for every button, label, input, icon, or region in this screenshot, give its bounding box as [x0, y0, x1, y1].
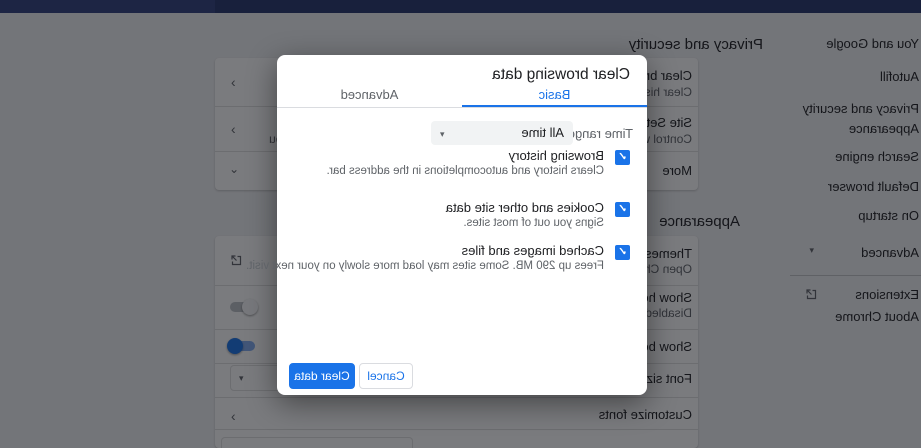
cookies-checkbox[interactable]: ✓ [615, 202, 630, 217]
chevron-down-icon: ▾ [440, 129, 445, 139]
cached-images-description: Frees up 290 MB. Some sites may load mor… [246, 260, 604, 272]
browsing-history-checkbox[interactable]: ✓ [615, 150, 630, 165]
mirrored-screen: You and Google Autofill Privacy and secu… [0, 0, 921, 448]
tabs-divider [277, 107, 647, 108]
dialog-title: Clear browsing data [492, 66, 630, 83]
browsing-history-title: Browsing history [508, 148, 604, 163]
tab-basic[interactable]: Basic [462, 85, 647, 107]
clear-data-button[interactable]: Clear data [289, 363, 355, 389]
dialog-tabs: Basic Advanced [277, 85, 647, 107]
cookies-title: Cookies and other site data [445, 200, 604, 215]
time-range-value: All time [521, 125, 564, 140]
cancel-button[interactable]: Cancel [359, 363, 413, 389]
browsing-history-description: Clears history and autocompletions in th… [326, 165, 604, 177]
time-range-label: Time range [567, 126, 633, 141]
cached-images-checkbox[interactable]: ✓ [615, 245, 630, 260]
time-range-select[interactable]: All time ▾ [431, 121, 573, 145]
clear-browsing-data-dialog: Clear browsing data Basic Advanced Time … [246, 55, 647, 395]
cached-images-title: Cached images and files [461, 243, 604, 258]
cookies-description: Signs you out of most sites. [463, 217, 604, 229]
tab-advanced[interactable]: Advanced [277, 85, 462, 107]
